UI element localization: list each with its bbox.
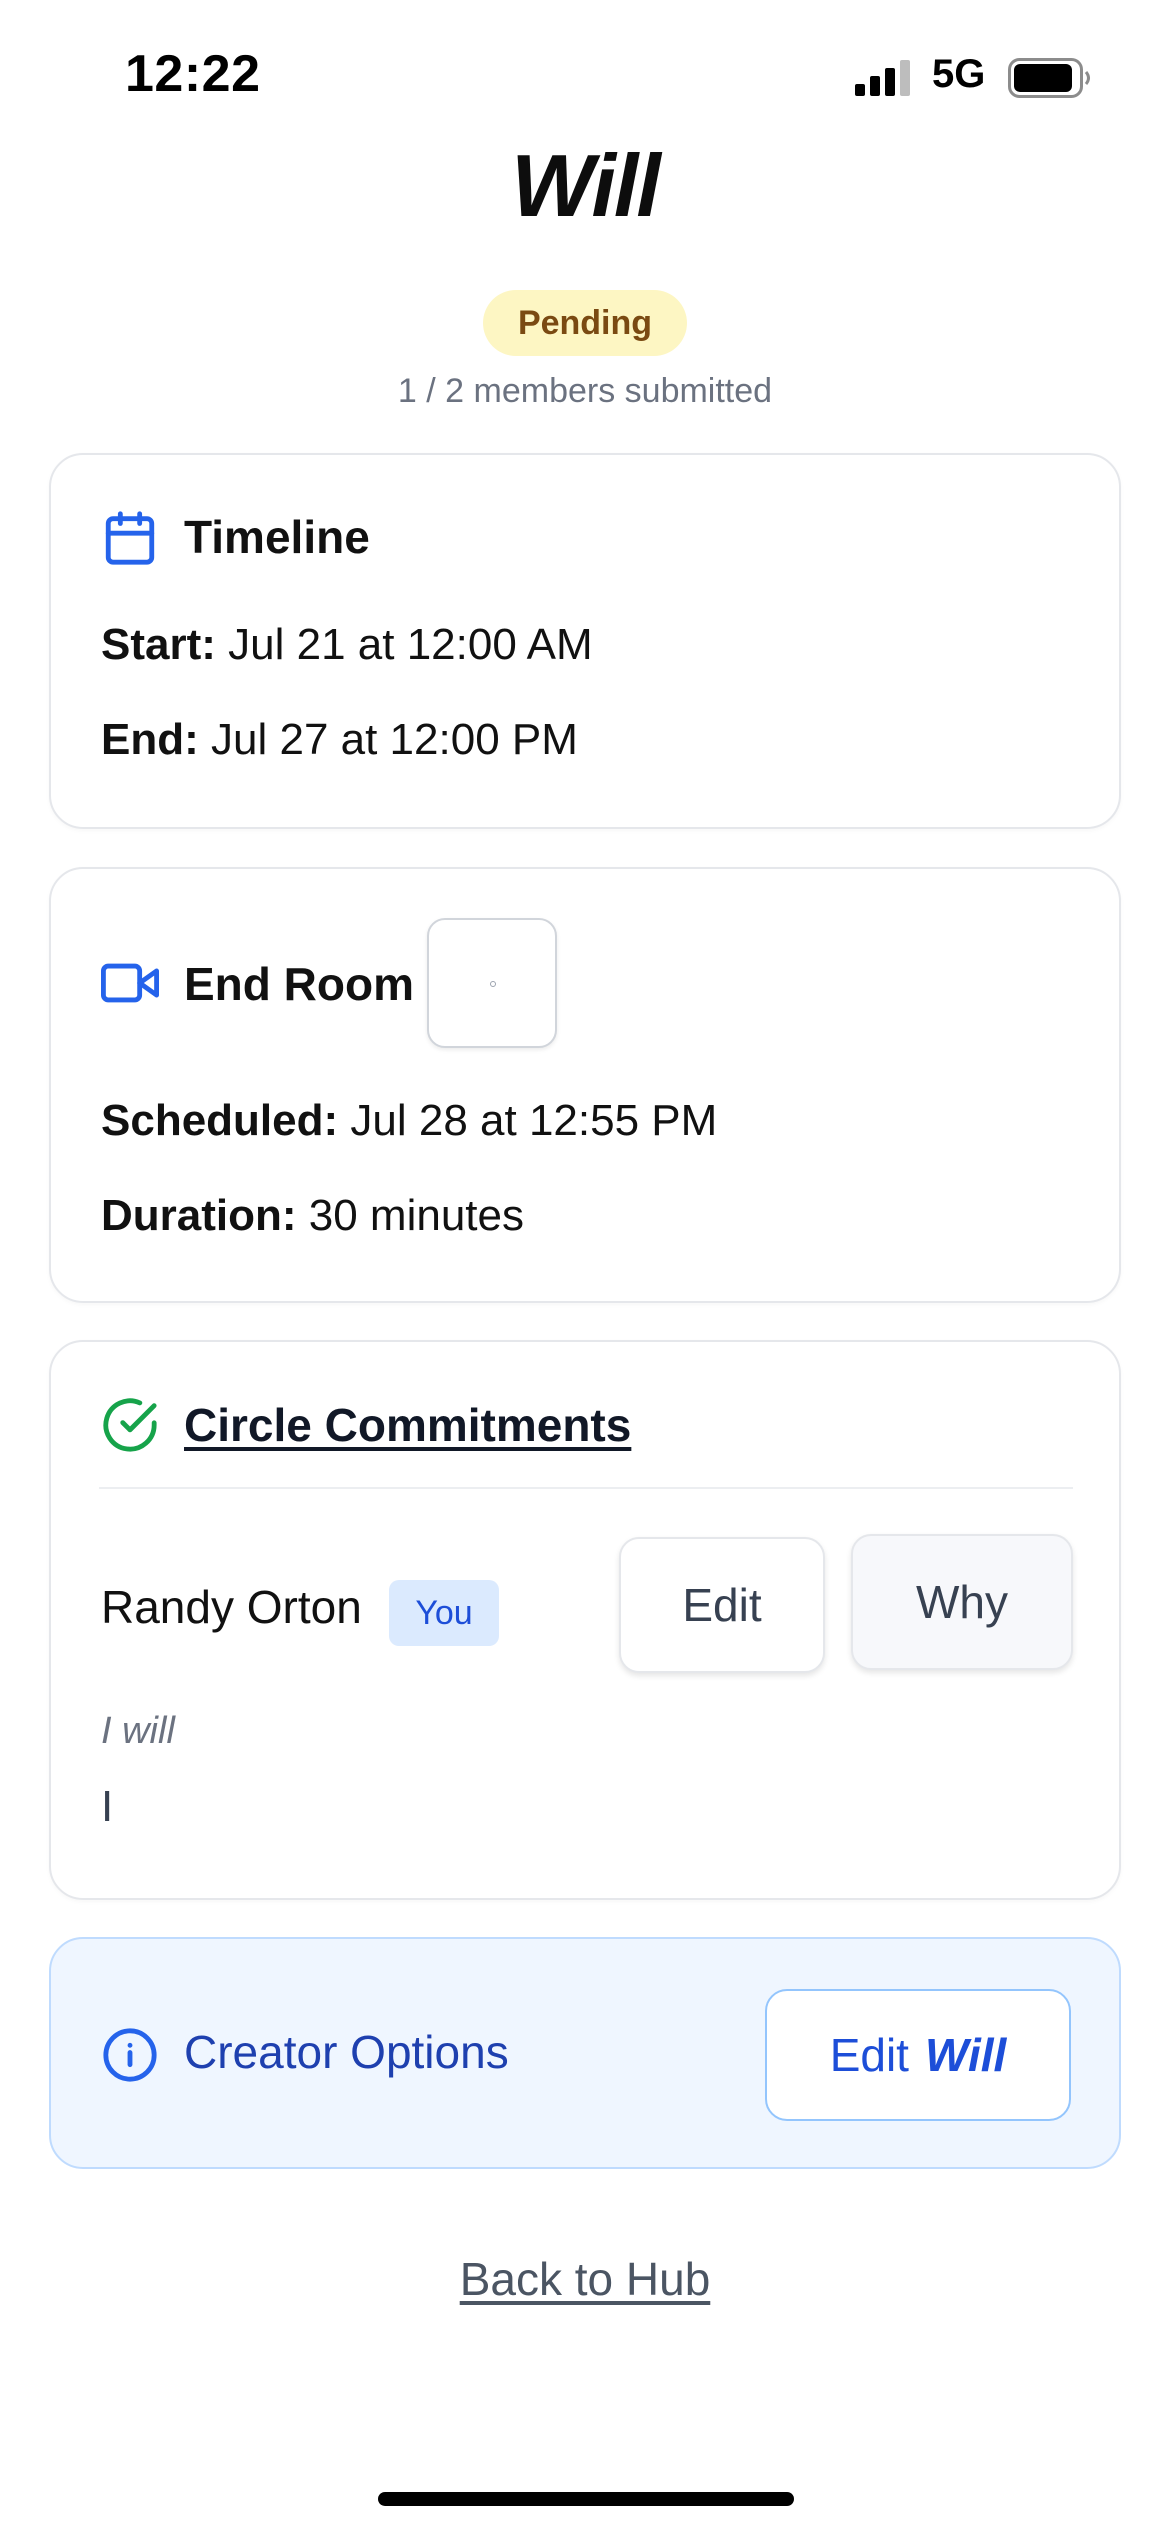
- timeline-start-row: Start: Jul 21 at 12:00 AM: [101, 620, 593, 670]
- edit-will-button-prefix: Edit: [829, 2029, 909, 2081]
- scheduled-row: Scheduled: Jul 28 at 12:55 PM: [101, 1096, 717, 1146]
- check-circle-icon: [103, 1398, 157, 1452]
- video-camera-icon: [101, 963, 159, 1003]
- end-room-preview[interactable]: [427, 918, 557, 1048]
- members-submitted-count: 1 / 2 members submitted: [397, 372, 773, 410]
- network-label: 5G: [932, 52, 986, 96]
- scheduled-value: Jul 28 at 12:55 PM: [350, 1096, 718, 1145]
- i-will-label: I will: [101, 1710, 175, 1752]
- back-to-hub-link[interactable]: Back to Hub: [0, 2252, 1170, 2306]
- member-name: Randy Orton: [101, 1581, 362, 1633]
- end-label: End:: [101, 715, 199, 764]
- edit-commitment-button[interactable]: Edit: [619, 1537, 825, 1673]
- divider: [99, 1487, 1073, 1489]
- start-label: Start:: [101, 620, 216, 669]
- preview-dot: [490, 981, 496, 987]
- edit-will-button-emphasis: Will: [924, 2029, 1007, 2081]
- home-indicator[interactable]: [378, 2492, 794, 2506]
- battery-icon: [1008, 58, 1090, 98]
- info-icon: [103, 2028, 157, 2082]
- timeline-title: Timeline: [184, 511, 370, 563]
- page-title: Will: [511, 136, 661, 235]
- commitment-text: I: [101, 1782, 114, 1831]
- duration-value: 30 minutes: [308, 1191, 524, 1240]
- circle-commitments-card: Circle Commitments Randy Orton You Edit …: [49, 1340, 1121, 1900]
- duration-row: Duration: 30 minutes: [101, 1191, 524, 1241]
- status-bar: 12:22 5G: [0, 0, 1170, 150]
- duration-label: Duration:: [101, 1191, 297, 1240]
- end-room-title: End Room: [184, 958, 414, 1010]
- timeline-card: Timeline Start: Jul 21 at 12:00 AM End: …: [49, 453, 1121, 829]
- signal-icon: [855, 60, 910, 96]
- status-time: 12:22: [125, 45, 261, 103]
- creator-options-panel: Creator Options Edit Will: [49, 1937, 1121, 2169]
- calendar-icon: [105, 511, 155, 565]
- creator-options-label: Creator Options: [184, 2026, 509, 2078]
- circle-commitments-title[interactable]: Circle Commitments: [184, 1398, 631, 1452]
- edit-will-button[interactable]: Edit Will: [765, 1989, 1071, 2121]
- status-badge: Pending: [483, 290, 687, 356]
- timeline-end-row: End: Jul 27 at 12:00 PM: [101, 715, 578, 765]
- you-badge: You: [389, 1580, 499, 1646]
- start-value: Jul 21 at 12:00 AM: [228, 620, 593, 669]
- end-room-card: End Room Scheduled: Jul 28 at 12:55 PM D…: [49, 867, 1121, 1303]
- end-value: Jul 27 at 12:00 PM: [211, 715, 578, 764]
- why-button[interactable]: Why: [851, 1534, 1073, 1670]
- scheduled-label: Scheduled:: [101, 1096, 339, 1145]
